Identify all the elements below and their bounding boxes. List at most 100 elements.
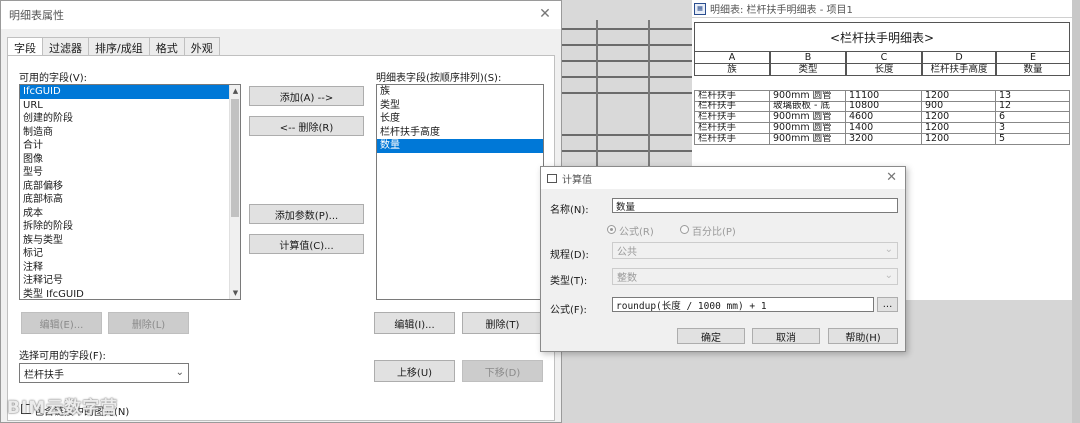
list-item[interactable]: 族与类型 (20, 234, 240, 248)
table-cell[interactable]: 10800 (846, 101, 922, 112)
table-cell[interactable]: 1200 (922, 91, 996, 102)
cancel-button[interactable]: 取消 (752, 328, 820, 344)
table-cell[interactable]: 900mm 圆管 (770, 112, 846, 123)
tab-format[interactable]: 格式 (148, 37, 185, 56)
list-item[interactable]: 标记 (20, 247, 240, 261)
table-cell[interactable]: 3 (996, 123, 1070, 134)
list-item[interactable]: 底部偏移 (20, 180, 240, 194)
table-cell[interactable]: 4600 (846, 112, 922, 123)
close-icon[interactable]: ✕ (537, 6, 553, 22)
list-item[interactable]: 注释 (20, 261, 240, 275)
percent-radio[interactable] (680, 225, 689, 234)
chevron-down-icon: ⌄ (175, 367, 184, 378)
formula-browse-button[interactable]: ... (877, 297, 898, 312)
list-item[interactable]: 制造商 (20, 126, 240, 140)
list-item[interactable]: 合计 (20, 139, 240, 153)
list-item[interactable]: 类型 IfcGUID (20, 288, 240, 300)
select-from-dropdown[interactable]: 栏杆扶手 ⌄ (19, 363, 189, 383)
table-cell[interactable]: 3200 (846, 134, 922, 145)
scroll-up-icon[interactable]: ▲ (230, 85, 240, 97)
table-row[interactable]: 栏杆扶手 900mm 圆管 1400 1200 3 (694, 123, 1070, 134)
list-item[interactable]: URL (20, 99, 240, 113)
list-item[interactable]: 注释记号 (20, 274, 240, 288)
list-item[interactable]: 类型 (377, 99, 543, 113)
table-row[interactable]: 栏杆扶手 900mm 圆管 3200 1200 5 (694, 134, 1070, 145)
table-cell[interactable]: 1200 (922, 112, 996, 123)
move-down-button[interactable]: 下移(D) (462, 360, 543, 382)
list-item[interactable]: 成本 (20, 207, 240, 221)
column-letter[interactable]: E (996, 52, 1070, 64)
type-value: 整数 (617, 273, 637, 284)
available-fields-label: 可用的字段(V): (19, 73, 88, 84)
table-cell[interactable]: 900mm 圆管 (770, 123, 846, 134)
table-cell[interactable]: 900mm 圆管 (770, 134, 846, 145)
list-item[interactable]: 型号 (20, 166, 240, 180)
tab-sorting[interactable]: 排序/成组 (88, 37, 150, 56)
tab-filter[interactable]: 过滤器 (42, 37, 89, 56)
add-field-button[interactable]: 添加(A) --> (249, 86, 364, 106)
discipline-dropdown[interactable]: 公共 ⌄ (612, 242, 898, 259)
calculated-value-button[interactable]: 计算值(C)... (249, 234, 364, 254)
table-cell[interactable]: 13 (996, 91, 1070, 102)
available-fields-scrollbar[interactable]: ▲ ▼ (229, 85, 240, 299)
delete-left-button[interactable]: 删除(L) (108, 312, 189, 334)
chevron-down-icon: ⌄ (884, 270, 893, 281)
table-cell[interactable]: 玻璃嵌板 - 底 (770, 101, 846, 112)
table-row[interactable]: 栏杆扶手 900mm 圆管 11100 1200 13 (694, 90, 1070, 102)
table-row[interactable]: 栏杆扶手 玻璃嵌板 - 底 10800 900 12 (694, 101, 1070, 112)
table-cell[interactable]: 900 (922, 101, 996, 112)
table-cell[interactable]: 11100 (846, 91, 922, 102)
list-item[interactable]: 底部标高 (20, 193, 240, 207)
table-cell[interactable]: 栏杆扶手 (694, 91, 770, 102)
column-header[interactable]: 数量 (996, 64, 1070, 76)
table-cell[interactable]: 1400 (846, 123, 922, 134)
column-header[interactable]: 类型 (770, 64, 846, 76)
move-up-button[interactable]: 上移(U) (374, 360, 455, 382)
scroll-thumb[interactable] (231, 99, 239, 217)
available-fields-list[interactable]: IfcGUID URL 创建的阶段 制造商 合计 图像 型号 底部偏移 底部标高… (19, 84, 241, 300)
list-item[interactable]: 族 (377, 85, 543, 99)
list-item[interactable]: IfcGUID (20, 85, 240, 99)
column-letter[interactable]: B (770, 52, 846, 64)
remove-field-button[interactable]: <-- 删除(R) (249, 116, 364, 136)
table-cell[interactable]: 栏杆扶手 (694, 112, 770, 123)
close-icon[interactable]: ✕ (886, 170, 897, 185)
column-header[interactable]: 长度 (846, 64, 922, 76)
edit-right-button[interactable]: 编辑(I)... (374, 312, 455, 334)
table-cell[interactable]: 12 (996, 101, 1070, 112)
scroll-down-icon[interactable]: ▼ (230, 287, 240, 299)
list-item[interactable]: 创建的阶段 (20, 112, 240, 126)
tab-appearance[interactable]: 外观 (183, 37, 220, 56)
table-cell[interactable]: 1200 (922, 123, 996, 134)
table-cell[interactable]: 栏杆扶手 (694, 101, 770, 112)
schedule-fields-list[interactable]: 族 类型 长度 栏杆扶手高度 数量 (376, 84, 544, 300)
name-input[interactable]: 数量 (612, 198, 898, 213)
list-item[interactable]: 拆除的阶段 (20, 220, 240, 234)
list-item[interactable]: 图像 (20, 153, 240, 167)
tab-fields[interactable]: 字段 (7, 37, 43, 57)
list-item[interactable]: 数量 (377, 139, 543, 153)
column-header[interactable]: 栏杆扶手高度 (922, 64, 996, 76)
table-cell[interactable]: 栏杆扶手 (694, 123, 770, 134)
railing-line (562, 150, 692, 152)
formula-input[interactable]: roundup(长度 / 1000 mm) + 1 (612, 297, 874, 312)
column-letter[interactable]: A (694, 52, 770, 64)
table-cell[interactable]: 栏杆扶手 (694, 134, 770, 145)
table-cell[interactable]: 5 (996, 134, 1070, 145)
table-cell[interactable]: 900mm 圆管 (770, 91, 846, 102)
column-letter[interactable]: D (922, 52, 996, 64)
table-cell[interactable]: 1200 (922, 134, 996, 145)
table-row[interactable]: 栏杆扶手 900mm 圆管 4600 1200 6 (694, 112, 1070, 123)
list-item[interactable]: 长度 (377, 112, 543, 126)
list-item[interactable]: 栏杆扶手高度 (377, 126, 543, 140)
formula-radio[interactable] (607, 225, 616, 234)
edit-left-button[interactable]: 编辑(E)... (21, 312, 102, 334)
table-cell[interactable]: 6 (996, 112, 1070, 123)
column-header[interactable]: 族 (694, 64, 770, 76)
add-parameter-button[interactable]: 添加参数(P)... (249, 204, 364, 224)
column-letter[interactable]: C (846, 52, 922, 64)
ok-button[interactable]: 确定 (677, 328, 745, 344)
help-button[interactable]: 帮助(H) (828, 328, 898, 344)
delete-right-button[interactable]: 删除(T) (462, 312, 543, 334)
type-dropdown[interactable]: 整数 ⌄ (612, 268, 898, 285)
